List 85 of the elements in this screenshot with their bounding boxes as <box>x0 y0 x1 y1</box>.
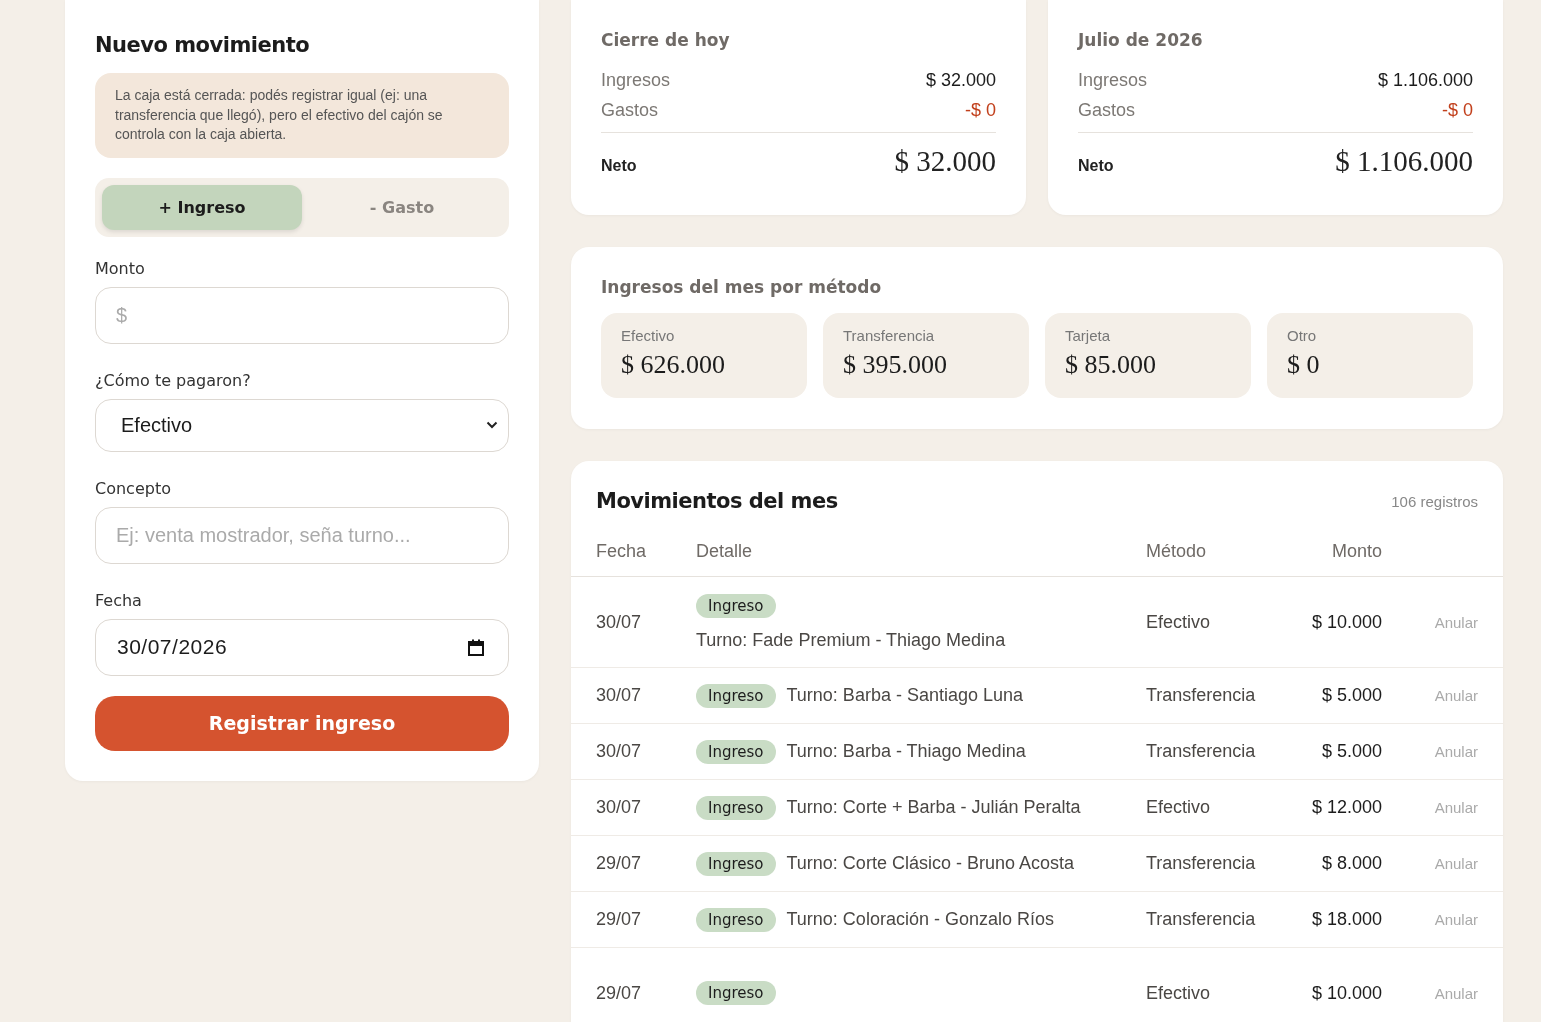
date-cell-text: 30/07 <box>596 741 643 762</box>
detail-cell: Turno: Corte Clásico - Bruno Acosta <box>786 853 1074 874</box>
method-label: Transferencia <box>843 327 936 344</box>
method-cell-text: Efectivo <box>1146 797 1212 818</box>
form-title: Nuevo movimiento <box>95 33 311 57</box>
date-cell-text: 29/07 <box>596 853 643 874</box>
amount-cell-text: $ 10.000 <box>1310 982 1382 1004</box>
method-amount: $ 626.000 <box>621 350 726 380</box>
income-tag: Ingreso <box>696 981 776 1005</box>
date-field[interactable]: 30/07/2026 <box>95 618 509 676</box>
field-label: Monto <box>95 258 146 278</box>
column-header: Detalle <box>696 541 754 562</box>
payment-method-select[interactable]: Efectivo <box>95 398 509 452</box>
register-button[interactable]: Registrar ingreso <box>95 695 509 751</box>
amount-cell-text: $ 8.000 <box>1320 853 1382 874</box>
movements-title: Movimientos del mes <box>596 489 838 513</box>
cancel-link[interactable]: Anular <box>1434 743 1478 760</box>
income-label: Ingresos <box>601 70 671 91</box>
concept-field[interactable]: Ej: venta mostrador, seña turno... <box>95 506 509 564</box>
column-header: Monto <box>1330 541 1382 562</box>
date-cell-text: 30/07 <box>596 797 643 818</box>
method-label: Tarjeta <box>1065 327 1112 344</box>
field-label: Concepto <box>95 478 172 498</box>
income-amount: $ 32.000 <box>925 70 996 91</box>
detail-cell: Turno: Corte + Barba - Julián Peralta <box>786 797 1081 818</box>
method-cell-text: Transferencia <box>1146 741 1257 762</box>
date-cell-text: 29/07 <box>596 909 643 930</box>
summary-title: Julio de 2026 <box>1078 30 1204 50</box>
amount-cell-text: $ 18.000 <box>1310 909 1382 930</box>
cancel-link[interactable]: Anular <box>1434 911 1478 928</box>
income-amount: $ 1.106.000 <box>1377 70 1473 91</box>
method-cell-text: Transferencia <box>1146 909 1257 930</box>
date-cell-text: 30/07 <box>596 611 643 633</box>
amount-cell-text: $ 12.000 <box>1310 797 1382 818</box>
income-tag: Ingreso <box>696 907 776 932</box>
type-tab[interactable]: - Gasto <box>302 184 502 230</box>
method-amount: $ 395.000 <box>843 350 948 380</box>
amount-cell-text: $ 10.000 <box>1310 611 1382 633</box>
detail-cell: Turno: Coloración - Gonzalo Ríos <box>786 909 1054 930</box>
income-tag: Ingreso <box>696 851 776 876</box>
closed-register-notice: La caja está cerrada: podés registrar igual (ej: una transferencia que llegó), pero el efectivo del cajón se controla con la caja abierta. <box>95 73 509 158</box>
expense-label: Gastos <box>601 100 659 121</box>
income-tag: Ingreso <box>696 683 776 708</box>
method-amount: $ 0 <box>1287 350 1321 380</box>
chevron-down-icon <box>486 421 498 429</box>
income-tag: Ingreso <box>696 795 776 820</box>
field-label: ¿Cómo te pagaron? <box>95 370 252 390</box>
summary-title: Cierre de hoy <box>601 30 731 50</box>
amount-cell-text: $ 5.000 <box>1320 685 1382 706</box>
cancel-link[interactable]: Anular <box>1434 855 1478 872</box>
method-cell-text: Transferencia <box>1146 853 1257 874</box>
detail-cell: Turno: Fade Premium - Thiago Medina <box>696 629 1006 651</box>
method-cell-text: Efectivo <box>1146 611 1212 633</box>
net-label: Neto <box>1078 157 1114 175</box>
method-label: Efectivo <box>621 327 676 344</box>
detail-cell: Turno: Barba - Santiago Luna <box>786 685 1023 706</box>
cancel-link[interactable]: Anular <box>1434 799 1478 816</box>
method-cell-text: Transferencia <box>1146 685 1257 706</box>
net-label: Neto <box>601 157 637 175</box>
methods-title: Ingresos del mes por método <box>601 277 883 297</box>
method-amount: $ 85.000 <box>1065 350 1157 380</box>
amount-field[interactable]: $ <box>95 286 509 344</box>
record-count: 106 registros <box>1391 492 1478 510</box>
cancel-link[interactable]: Anular <box>1434 687 1478 704</box>
cancel-link[interactable]: Anular <box>1434 613 1478 631</box>
field-label: Fecha <box>95 590 143 610</box>
cancel-link[interactable]: Anular <box>1434 984 1478 1002</box>
income-tag: Ingreso <box>696 593 776 618</box>
amount-cell-text: $ 5.000 <box>1320 741 1382 762</box>
expense-label: Gastos <box>1078 100 1136 121</box>
income-label: Ingresos <box>1078 70 1148 91</box>
expense-amount: -$ 0 <box>1441 100 1473 121</box>
net-amount: $ 1.106.000 <box>1335 145 1473 178</box>
method-cell-text: Efectivo <box>1146 982 1212 1004</box>
detail-cell: Turno: Barba - Thiago Medina <box>786 741 1026 762</box>
column-header: Método <box>1146 541 1208 562</box>
date-cell-text: 30/07 <box>596 685 643 706</box>
column-header: Fecha <box>596 541 648 562</box>
type-tab[interactable]: + Ingreso <box>102 184 302 230</box>
calendar-icon <box>468 638 484 656</box>
net-amount: $ 32.000 <box>894 145 996 178</box>
method-label: Otro <box>1287 327 1318 344</box>
income-tag: Ingreso <box>696 739 776 764</box>
expense-amount: -$ 0 <box>964 100 996 121</box>
date-cell-text: 29/07 <box>596 982 643 1004</box>
